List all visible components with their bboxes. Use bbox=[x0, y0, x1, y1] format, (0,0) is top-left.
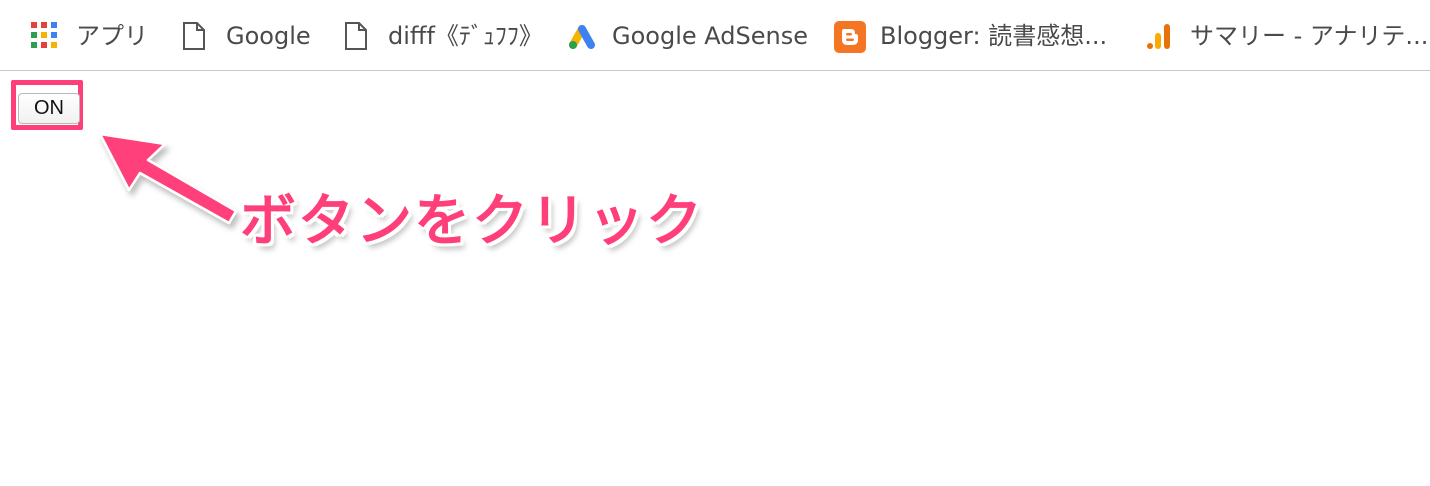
bookmark-blogger[interactable]: Blogger: 読書感想... bbox=[834, 16, 1107, 56]
apps-grid-icon bbox=[30, 21, 60, 51]
bookmark-label: Google bbox=[226, 22, 311, 50]
blogger-icon bbox=[834, 21, 866, 53]
annotation-text: ボタンをクリック bbox=[240, 189, 704, 254]
bookmark-difff[interactable]: difff《ﾃﾞｭﾌﾌ》 bbox=[342, 16, 543, 56]
bookmark-label: Google AdSense bbox=[612, 22, 808, 50]
bookmark-label: difff《ﾃﾞｭﾌﾌ》 bbox=[388, 22, 543, 50]
analytics-icon bbox=[1144, 21, 1174, 51]
bookmark-label: サマリー - アナリテ... bbox=[1190, 22, 1429, 50]
bookmark-adsense[interactable]: Google AdSense bbox=[566, 16, 808, 56]
adsense-icon bbox=[566, 21, 596, 51]
bookmark-analytics[interactable]: サマリー - アナリテ... bbox=[1144, 16, 1428, 56]
bookmarks-bar: アプリ Google difff《ﾃﾞｭﾌﾌ》 Google AdSense B… bbox=[0, 0, 1430, 71]
bookmark-apps[interactable]: アプリ bbox=[30, 16, 148, 56]
bookmark-label: アプリ bbox=[76, 22, 148, 50]
page-icon bbox=[342, 21, 372, 51]
bookmark-google[interactable]: Google bbox=[180, 16, 311, 56]
bookmark-label: Blogger: 読書感想... bbox=[880, 22, 1108, 50]
page-content: ON ボタンをクリック bbox=[0, 72, 1430, 486]
page-icon bbox=[180, 21, 210, 51]
